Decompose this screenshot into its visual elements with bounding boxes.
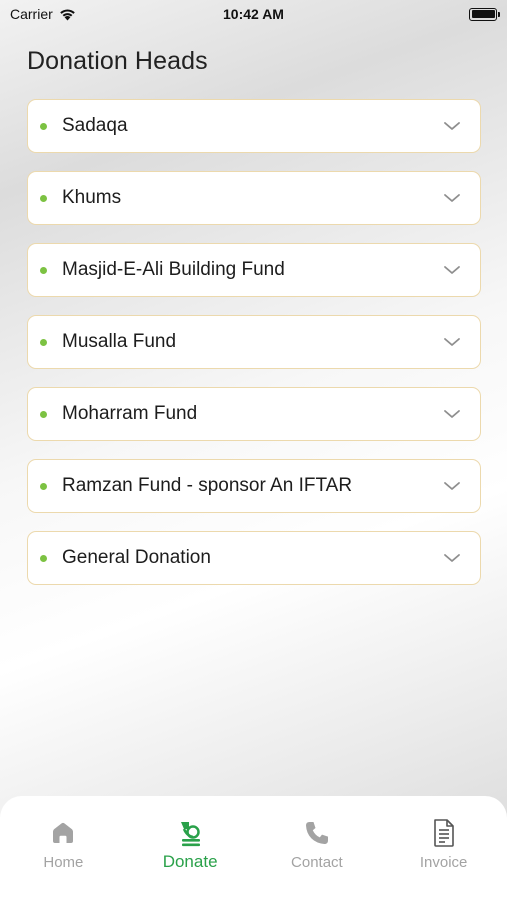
chevron-down-icon [444,122,460,130]
donate-icon [175,818,205,848]
tab-invoice-label: Invoice [419,854,468,871]
tab-contact[interactable]: Contact [262,818,372,871]
status-time: 10:42 AM [223,6,284,22]
donation-head-item[interactable]: Ramzan Fund - sponsor An IFTAR [27,459,481,513]
chevron-down-icon [444,194,460,202]
donation-head-item[interactable]: Musalla Fund [27,315,481,369]
bullet-dot [40,482,47,490]
donation-head-item[interactable]: General Donation [27,531,481,585]
donation-head-item[interactable]: Moharram Fund [27,387,481,441]
bullet-dot [40,410,47,418]
donation-head-label: Sadaqa [62,115,128,136]
donation-head-item[interactable]: Sadaqa [27,99,481,153]
donation-head-label: Moharram Fund [62,403,198,424]
tab-home[interactable]: Home [8,818,118,871]
wifi-icon [59,8,75,20]
carrier-label: Carrier [10,6,53,22]
tab-donate-label: Donate [162,852,218,871]
chevron-down-icon [444,482,460,490]
tab-donate[interactable]: Donate [135,818,245,872]
donation-heads-list: Sadaqa Khums Masjid-E-Ali Building Fund … [27,99,481,603]
chevron-down-icon [444,266,460,274]
donation-head-label: Masjid-E-Ali Building Fund [62,259,285,280]
tab-contact-label: Contact [291,854,343,871]
donation-head-item[interactable]: Masjid-E-Ali Building Fund [27,243,481,297]
donation-head-item[interactable]: Khums [27,171,481,225]
donation-head-label: Musalla Fund [62,331,177,352]
bullet-dot [40,338,47,346]
tab-home-label: Home [43,854,84,871]
donation-head-label: Khums [62,187,122,208]
page-title: Donation Heads [27,47,208,75]
bullet-dot [40,122,47,130]
battery-level [471,10,495,18]
status-left: Carrier [10,6,76,22]
chevron-down-icon [444,338,460,346]
status-bar: Carrier 10:42 AM [0,0,507,28]
tab-invoice[interactable]: Invoice [389,818,499,871]
invoice-icon [429,818,459,848]
bullet-dot [40,554,47,562]
bottom-tab-bar: Home Donate Contact Invoice [0,796,507,900]
bullet-dot [40,266,47,274]
battery-icon [469,7,500,21]
donation-head-label: General Donation [62,547,211,568]
chevron-down-icon [444,554,460,562]
donation-head-label: Ramzan Fund - sponsor An IFTAR [62,475,353,496]
bullet-dot [40,194,47,202]
chevron-down-icon [444,410,460,418]
phone-icon [302,818,332,848]
home-icon [48,818,78,848]
